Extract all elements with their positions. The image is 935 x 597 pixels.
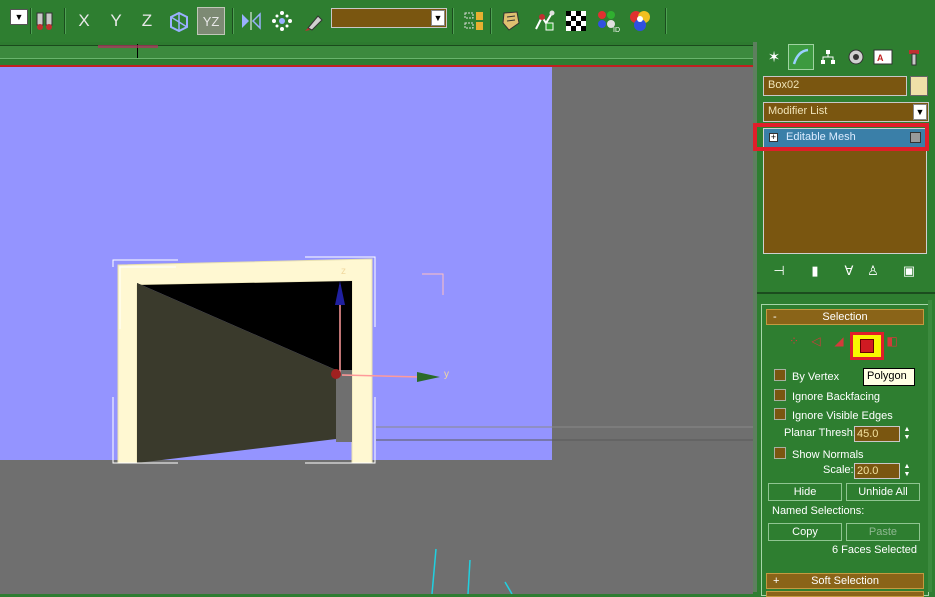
selection-rollout-header[interactable]: - Selection	[766, 309, 924, 325]
align-icon[interactable]	[268, 7, 296, 35]
floor-through-opening	[336, 370, 352, 442]
scale-label: Scale:	[823, 464, 854, 476]
ignore-backfacing-checkbox[interactable]: Ignore Backfacing	[774, 389, 880, 405]
display-tab-icon[interactable]: A	[870, 44, 896, 70]
axis-y-label: Y	[110, 11, 122, 30]
pivot-center-icon[interactable]	[32, 7, 60, 35]
restrict-y-button[interactable]: Y	[102, 7, 130, 35]
selection-rollout-title: Selection	[822, 311, 868, 323]
show-end-result-icon[interactable]: ▮	[803, 261, 827, 281]
by-vertex-checkbox[interactable]: By Vertex	[774, 369, 839, 385]
checkbox-box[interactable]	[774, 389, 786, 401]
toolbar-separator	[452, 8, 454, 34]
viewport-perspective[interactable]: z y	[0, 65, 753, 594]
polygon-icon	[860, 339, 874, 353]
restrict-yz-plane-button[interactable]: YZ	[197, 7, 225, 35]
unhide-all-button[interactable]: Unhide All	[846, 483, 920, 501]
reference-coord-dropdown[interactable]: ▼	[10, 9, 28, 25]
soft-selection-rollout-header[interactable]: + Soft Selection	[766, 573, 924, 589]
edge-level-icon[interactable]: ◁	[807, 334, 825, 350]
checkbox-box[interactable]	[774, 369, 786, 381]
vertex-level-icon[interactable]: ⁘	[785, 334, 803, 350]
key-range-indicator	[98, 45, 158, 48]
toolbar-separator	[64, 8, 66, 34]
element-level-icon[interactable]: ◧	[883, 334, 901, 350]
face-level-icon[interactable]: ◢	[830, 334, 848, 350]
viewport-scene[interactable]: z y	[0, 67, 753, 594]
planar-thresh-spinner[interactable]: ▲ ▼	[902, 426, 912, 442]
edit-named-selection-icon[interactable]	[300, 7, 328, 35]
svg-text:ID: ID	[613, 27, 620, 34]
motion-tab-icon[interactable]	[843, 44, 869, 70]
by-vertex-label: By Vertex	[792, 371, 840, 383]
axis-z-label: Z	[141, 11, 153, 30]
svg-text:A: A	[877, 53, 884, 63]
normal-scale-field[interactable]: 20.0	[854, 463, 900, 479]
axis-x-label: X	[78, 11, 90, 30]
schematic-view-icon[interactable]	[530, 7, 558, 35]
remove-modifier-icon[interactable]: ♙	[861, 261, 885, 281]
toolbar-separator	[665, 8, 667, 34]
command-panel: ✶ A Box02 Modifier List ▼ + Editable Mes…	[753, 42, 935, 597]
chevron-down-icon: ▼	[431, 10, 445, 26]
polygon-level-button[interactable]	[850, 332, 884, 360]
toolbar-separator	[490, 8, 492, 34]
gizmo-y-label: y	[444, 369, 449, 380]
collapse-sign: -	[773, 311, 777, 323]
quick-render-icon[interactable]	[626, 7, 654, 35]
modifier-list-label: Modifier List	[768, 105, 828, 117]
mirror-icon[interactable]	[237, 7, 265, 35]
selection-status-text: 6 Faces Selected	[832, 544, 917, 556]
object-name-field[interactable]: Box02	[763, 76, 907, 96]
grid-helper-lines	[431, 548, 513, 594]
ignore-visible-edges-checkbox[interactable]: Ignore Visible Edges	[774, 408, 893, 424]
modify-tab-icon[interactable]	[788, 44, 814, 70]
expand-sign: +	[773, 575, 780, 587]
soft-selection-title: Soft Selection	[811, 575, 879, 587]
layer-manager-icon[interactable]	[460, 7, 488, 35]
modifier-list-dropdown[interactable]: Modifier List ▼	[763, 102, 929, 122]
planar-thresh-field[interactable]: 45.0	[854, 426, 900, 442]
make-unique-icon[interactable]: ∀	[837, 261, 861, 281]
command-panel-scrollbar[interactable]	[928, 300, 932, 592]
hide-button[interactable]: Hide	[768, 483, 842, 501]
gizmo-z-label: z	[341, 266, 346, 277]
normal-scale-spinner[interactable]: ▲ ▼	[902, 463, 912, 479]
named-selections-label: Named Selections:	[772, 505, 865, 517]
render-setup-icon[interactable]: ID	[594, 7, 622, 35]
named-selection-set-dropdown[interactable]: ▼	[331, 8, 447, 28]
utilities-tab-icon[interactable]	[901, 44, 927, 70]
planar-thresh-label: Planar Thresh:	[784, 427, 856, 439]
track-bar[interactable]	[0, 42, 753, 60]
toolbar-separator	[232, 8, 234, 34]
material-editor-icon[interactable]	[562, 7, 590, 35]
panel-separator	[757, 292, 935, 294]
paste-button[interactable]: Paste	[846, 523, 920, 541]
annotation-highlight-box	[753, 123, 929, 151]
copy-button[interactable]: Copy	[768, 523, 842, 541]
hierarchy-tab-icon[interactable]	[815, 44, 841, 70]
pin-stack-icon[interactable]: ⊣	[767, 261, 791, 281]
show-normals-label: Show Normals	[792, 449, 864, 461]
curve-editor-icon[interactable]	[497, 7, 525, 35]
configure-modifier-sets-icon[interactable]: ▣	[897, 261, 921, 281]
chevron-down-icon: ▼	[913, 104, 927, 120]
ignore-visible-edges-label: Ignore Visible Edges	[792, 410, 893, 422]
main-toolbar: ▼ X Y Z YZ ▼ ID	[0, 0, 935, 43]
restrict-plane-icon[interactable]	[165, 7, 193, 35]
checkbox-box[interactable]	[774, 408, 786, 420]
checkbox-box[interactable]	[774, 447, 786, 459]
create-tab-icon[interactable]: ✶	[761, 44, 787, 70]
plane-yz-label: YZ	[202, 13, 220, 29]
restrict-z-button[interactable]: Z	[133, 7, 161, 35]
polygon-tooltip: Polygon	[863, 368, 915, 386]
restrict-x-button[interactable]: X	[70, 7, 98, 35]
ignore-backfacing-label: Ignore Backfacing	[792, 391, 881, 403]
show-normals-checkbox[interactable]: Show Normals	[774, 447, 864, 463]
object-color-swatch[interactable]	[910, 76, 928, 96]
